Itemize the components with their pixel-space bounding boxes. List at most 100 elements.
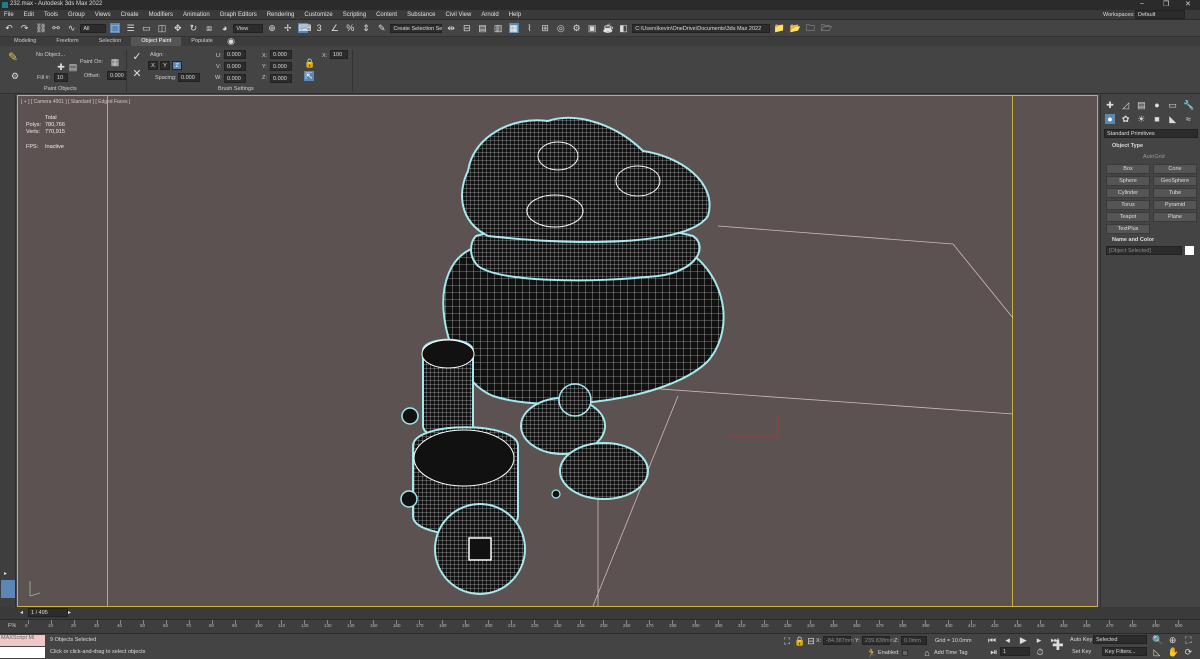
spacing-field[interactable]: 0.000	[178, 73, 200, 82]
reference-coordinate-dropdown[interactable]: View	[233, 23, 264, 33]
curve-editor-icon[interactable]: ⌇	[524, 23, 534, 33]
paint-options-icon[interactable]: ⚙	[10, 71, 20, 81]
y-coord-field[interactable]: 239.838mm	[862, 636, 894, 645]
percent-snap-icon[interactable]: %	[345, 23, 355, 33]
current-frame-field[interactable]: 1	[1000, 647, 1030, 656]
selected-dropdown[interactable]: Selected	[1093, 635, 1147, 644]
x-coord-field[interactable]: -84.387mm	[823, 636, 854, 645]
menu-tools[interactable]: Tools	[44, 10, 58, 20]
align-icon[interactable]: ⊟	[462, 23, 472, 33]
create-geosphere-button[interactable]: GeoSphere	[1153, 176, 1197, 186]
menu-civil-view[interactable]: Civil View	[445, 10, 471, 20]
menu-views[interactable]: Views	[95, 10, 111, 20]
goto-start-icon[interactable]: ⏮	[987, 635, 997, 645]
pivot-center-icon[interactable]: ⊕	[267, 23, 277, 33]
scene-explorer-icon[interactable]: ▤	[477, 23, 487, 33]
create-textplus-button[interactable]: TextPlus	[1106, 224, 1150, 234]
set-key-button[interactable]: Set Key	[1072, 649, 1091, 655]
project-folder-icon[interactable]: 📁	[774, 23, 785, 33]
layer-explorer-icon[interactable]: ▥	[493, 23, 503, 33]
selection-lock-icon[interactable]: 🔒	[794, 636, 805, 646]
next-frame-icon[interactable]: ▸	[1034, 635, 1044, 645]
align-axis-y-button[interactable]: Y	[160, 61, 170, 70]
create-plane-button[interactable]: Plane	[1153, 212, 1197, 222]
absolute-mode-icon[interactable]: ⊟	[806, 636, 816, 646]
rotate-icon[interactable]: ↻	[188, 23, 198, 33]
menu-create[interactable]: Create	[121, 10, 139, 20]
menu-modifiers[interactable]: Modifiers	[149, 10, 173, 20]
orbit-icon[interactable]: ⟳	[1183, 647, 1193, 657]
utilities-tab-icon[interactable]: 🔧	[1183, 100, 1194, 110]
undo-icon[interactable]: ↶	[4, 23, 14, 33]
pan-icon[interactable]: ✋	[1168, 647, 1179, 657]
menu-file[interactable]: File	[4, 10, 14, 20]
motion-tab-icon[interactable]: ●	[1152, 100, 1162, 110]
modify-tab-icon[interactable]: ◿	[1121, 100, 1131, 110]
select-manipulate-icon[interactable]: ✢	[283, 23, 293, 33]
isolate-selection-icon[interactable]: ⛶	[782, 636, 792, 646]
close-button[interactable]: ✕	[1185, 0, 1191, 8]
ribbon-tab-selection[interactable]: Selection	[89, 37, 132, 46]
menu-rendering[interactable]: Rendering	[267, 10, 295, 20]
track-bar[interactable]: F% 0 10 20 30 40 50 60 70 80 90 100 110 120 130 140 150…	[0, 619, 1200, 633]
time-slider[interactable]: ◂ 1 / 495 ▸	[0, 607, 1200, 619]
ribbon-tab-populate[interactable]: Populate	[181, 37, 223, 46]
render-setup-icon[interactable]: ⚙	[572, 23, 582, 33]
maxscript-listener[interactable]: MAXScript Mi	[0, 635, 45, 646]
bind-space-warp-icon[interactable]: ∿	[67, 23, 77, 33]
paint-objects-group-label[interactable]: Paint Objects	[44, 86, 77, 92]
minimize-button[interactable]: –	[1140, 0, 1144, 7]
menu-customize[interactable]: Customize	[304, 10, 332, 20]
helpers-icon[interactable]: ◣	[1168, 114, 1178, 124]
set-key-big-icon[interactable]: ✚	[1052, 638, 1064, 652]
create-box-button[interactable]: Box	[1106, 164, 1150, 174]
open-folder-icon[interactable]: 📂	[790, 23, 801, 33]
zoom-icon[interactable]: 🔍	[1152, 635, 1163, 645]
menu-arnold[interactable]: Arnold	[481, 10, 498, 20]
time-slider-right-arrow[interactable]: ▸	[68, 609, 71, 616]
project-path-field[interactable]: C:\Users\kevin\OneDrive\Documents\3ds Ma…	[632, 23, 771, 33]
maximize-button[interactable]: ❐	[1163, 0, 1169, 8]
create-torus-button[interactable]: Torus	[1106, 200, 1150, 210]
uniform-scale-icon[interactable]: ⇱	[304, 71, 314, 81]
auto-key-button[interactable]: Auto Key	[1070, 637, 1092, 643]
edit-named-selection-icon[interactable]: ✎	[377, 23, 387, 33]
cameras-icon[interactable]: ■	[1152, 114, 1162, 124]
track-bar-toggle[interactable]: F%	[8, 623, 16, 629]
space-warps-icon[interactable]: ≈	[1183, 114, 1193, 124]
fov-icon[interactable]: ◺	[1152, 647, 1162, 657]
create-tube-button[interactable]: Tube	[1153, 188, 1197, 198]
add-time-tag[interactable]: Add Time Tag	[934, 650, 968, 656]
fill-field[interactable]: 10	[54, 73, 68, 82]
named-selection-dropdown[interactable]: Create Selection Se	[390, 23, 443, 33]
scroll-arrow-icon[interactable]: ▸	[4, 570, 7, 577]
edit-list-icon[interactable]: ▤	[68, 62, 78, 72]
redo-icon[interactable]: ↷	[20, 23, 30, 33]
window-crossing-icon[interactable]: ◫	[157, 23, 167, 33]
adaptive-degradation-icon[interactable]: 🏃	[866, 648, 877, 658]
paint-brush-icon[interactable]: ✎	[8, 51, 18, 63]
brush-settings-group-label[interactable]: Brush Settings	[218, 86, 254, 92]
category-dropdown[interactable]: Standard Primitives	[1104, 129, 1198, 138]
spinner-snap-icon[interactable]: ⇕	[361, 23, 371, 33]
lights-icon[interactable]: ☀	[1136, 114, 1146, 124]
zoom-all-icon[interactable]: ⊕	[1168, 635, 1178, 645]
object-color-swatch[interactable]	[1185, 246, 1194, 255]
play-icon[interactable]: ▶	[1018, 635, 1028, 645]
unlink-icon[interactable]: ⚯	[51, 23, 61, 33]
mirror-icon[interactable]: ⇹	[446, 23, 456, 33]
paint-cancel-icon[interactable]: ✕	[132, 69, 142, 80]
key-filters-button[interactable]: Key Filters...	[1102, 647, 1147, 656]
angle-snap-icon[interactable]: ∠	[330, 23, 340, 33]
rendered-frame-window-icon[interactable]: ▣	[587, 23, 597, 33]
object-name-field[interactable]: [Object Selected]	[1106, 246, 1182, 255]
y-rotation-field[interactable]: 0.000	[270, 62, 292, 71]
ribbon-tab-modeling[interactable]: Modeling	[4, 37, 46, 46]
ribbon-toggle-icon[interactable]: ▦	[508, 23, 519, 33]
v-field[interactable]: 0.000	[224, 62, 246, 71]
render-iterative-icon[interactable]: ◧	[619, 23, 629, 33]
camera-viewport[interactable]: [ + ] [ Camera 4001 ] [ Standard ] [ Edg…	[17, 95, 1098, 607]
enabled-checkbox[interactable]	[902, 650, 908, 656]
maxscript-listener-output[interactable]	[0, 647, 45, 658]
menu-help[interactable]: Help	[509, 10, 521, 20]
